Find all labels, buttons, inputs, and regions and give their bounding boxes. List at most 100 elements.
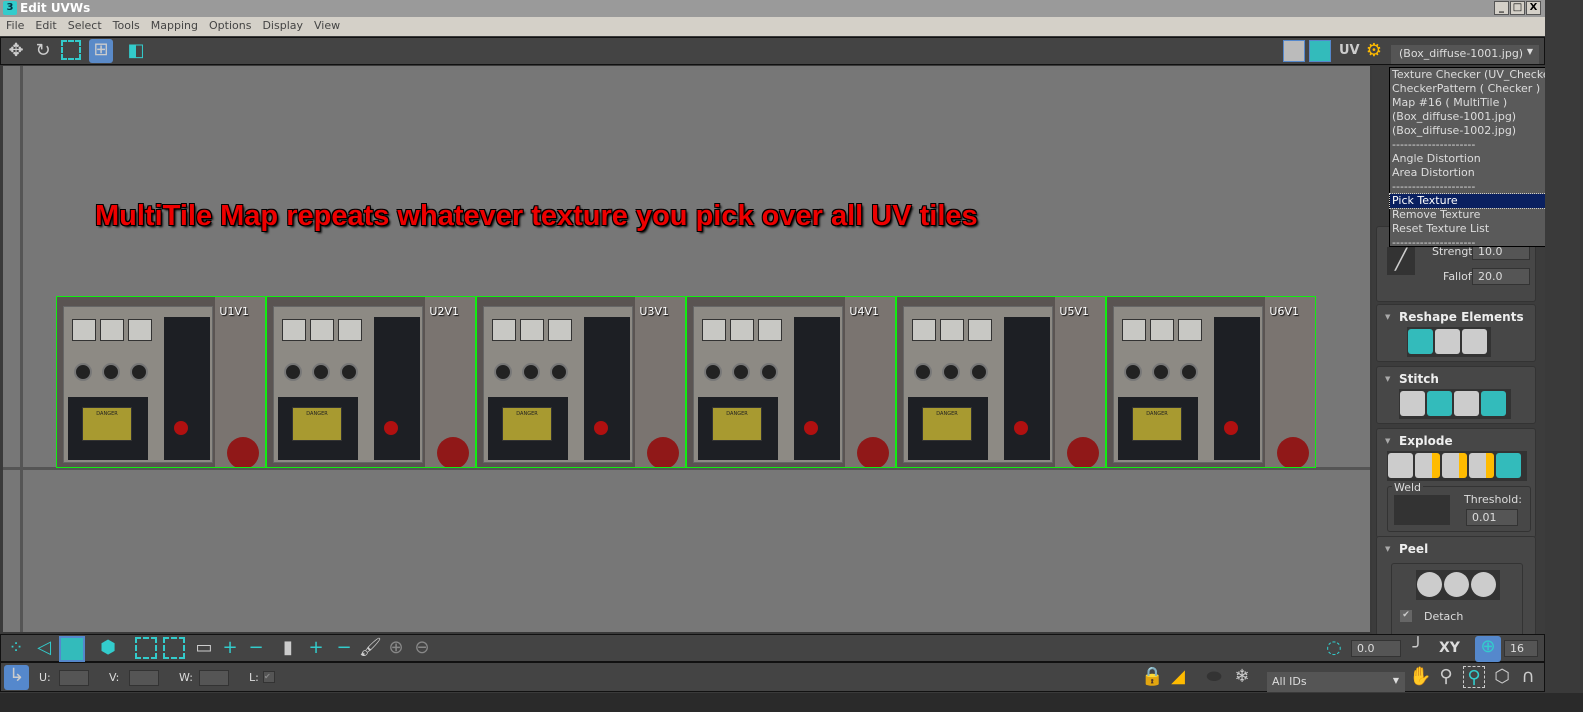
stitch-custom-icon[interactable] [1400,391,1425,416]
break-icon[interactable] [1388,453,1413,478]
checker-icon[interactable] [1283,40,1305,62]
uv-tile[interactable]: DANGER U5V1 [896,296,1106,468]
menu-tools[interactable]: Tools [107,17,145,32]
relax-settings-icon[interactable] [1462,329,1487,354]
show-map-icon[interactable] [1309,40,1331,62]
straighten-icon[interactable] [1408,329,1433,354]
peel-mode-icon[interactable] [1444,572,1469,597]
eye-icon[interactable]: ⬬ [1203,666,1225,688]
paint-grow-icon[interactable]: ⊕ [385,637,407,659]
uv-tile[interactable]: DANGER U3V1 [476,296,686,468]
maximize-button[interactable]: □ [1510,1,1525,15]
dropdown-item[interactable]: Angle Distortion [1390,152,1562,166]
v-field[interactable] [129,670,159,686]
menu-mapping[interactable]: Mapping [145,17,203,32]
ids-select[interactable]: All IDs ▼ [1267,672,1405,692]
xy-toggle[interactable]: XY [1439,640,1460,656]
paint-brush-icon[interactable]: ╱ [1387,247,1415,275]
freeze-icon[interactable]: ❄ [1231,666,1253,688]
detach-checkbox[interactable]: ✔ [1400,610,1412,622]
explode-header[interactable]: Explode [1399,434,1453,448]
collapse-icon[interactable]: ▼ [1385,313,1390,321]
collapse-icon[interactable]: ▼ [1385,437,1390,445]
collapse-icon[interactable]: ▼ [1385,545,1390,553]
zoom-region-icon[interactable]: ⚲ [1463,666,1485,688]
reset-peel-icon[interactable] [1471,572,1496,597]
w-field[interactable] [199,670,229,686]
snap-icon[interactable]: ∩ [1517,666,1539,688]
grid-snap-icon[interactable]: ⊕ [1475,636,1501,662]
lock-icon[interactable]: 🔒 [1141,666,1163,688]
split-uv-icon[interactable] [1469,453,1494,478]
zoom-extents-icon[interactable]: ⬡ [1491,666,1513,688]
menu-file[interactable]: File [0,17,29,32]
menu-edit[interactable]: Edit [29,17,61,32]
dropdown-item[interactable]: Remove Texture [1390,208,1562,222]
soft-selection-icon[interactable]: ╯ [1407,637,1429,659]
stitch-average-icon[interactable] [1454,391,1479,416]
minimize-button[interactable]: _ [1494,1,1509,15]
uv-tile[interactable]: DANGER U6V1 [1106,296,1316,468]
hide-icon[interactable]: ◢ [1167,666,1189,688]
scale-icon[interactable] [61,40,81,60]
freeform-icon[interactable]: ⊞ [89,39,113,63]
weld-buttons[interactable] [1394,495,1450,525]
l-checkbox[interactable]: ✔ [263,671,275,683]
uv-button[interactable]: UV [1339,43,1360,58]
dropdown-item[interactable]: Reset Texture List [1390,222,1562,236]
stitch-target-icon[interactable] [1427,391,1452,416]
edge-mode-icon[interactable]: ◁ [33,637,55,659]
grow-selection-icon[interactable] [135,637,157,659]
polygon-mode-icon[interactable] [59,636,85,662]
texture-select[interactable]: (Box_diffuse-1001.jpg) ▼ [1391,45,1539,64]
pan-icon[interactable]: ✋ [1409,666,1431,688]
vertex-mode-icon[interactable]: ⁘ [5,637,27,659]
dropdown-item[interactable]: (Box_diffuse-1001.jpg) [1390,110,1562,124]
menu-options[interactable]: Options [203,17,256,32]
loop-shrink-icon[interactable]: − [245,637,267,659]
dropdown-item[interactable]: Pick Texture [1389,193,1563,209]
falloff-spinner[interactable]: 20.0 [1472,268,1530,285]
dropdown-item[interactable]: (Box_diffuse-1002.jpg) [1390,124,1562,138]
texture-settings-icon[interactable]: ⚙ [1363,40,1385,62]
shrink-selection-icon[interactable] [163,637,185,659]
menu-view[interactable]: View [308,17,345,32]
split-smoothing-icon[interactable] [1415,453,1440,478]
menu-display[interactable]: Display [256,17,308,32]
dropdown-item[interactable]: Texture Checker (UV_Checker.png) [1390,68,1582,82]
stitch-header[interactable]: Stitch [1399,372,1439,386]
grid-spinner[interactable]: 16 [1504,640,1538,657]
peel-header[interactable]: Peel [1399,542,1428,556]
ring-icon[interactable]: ▮ [277,637,299,659]
ring-grow-icon[interactable]: + [305,637,327,659]
dropdown-item[interactable]: Area Distortion [1390,166,1562,180]
flatten-icon[interactable] [1496,453,1521,478]
absolute-offset-icon[interactable]: ↳ [4,665,29,690]
move-icon[interactable]: ✥ [5,40,27,62]
mirror-icon[interactable]: ◧ [125,40,147,62]
paint-shrink-icon[interactable]: ⊖ [411,637,433,659]
uv-tile[interactable]: DANGER U2V1 [266,296,476,468]
quick-peel-icon[interactable] [1417,572,1442,597]
zoom-icon[interactable]: ⚲ [1435,666,1457,688]
loop-icon[interactable]: ▭ [193,637,215,659]
stitch-source-icon[interactable] [1481,391,1506,416]
element-mode-icon[interactable]: ⬢ [97,637,119,659]
uv-tile[interactable]: DANGER U1V1 [56,296,266,468]
split-material-icon[interactable] [1442,453,1467,478]
reshape-elements-header[interactable]: Reshape Elements [1399,310,1524,324]
menu-select[interactable]: Select [62,17,107,32]
close-button[interactable]: X [1526,1,1541,15]
threshold-spinner[interactable]: 0.01 [1466,509,1518,526]
paint-select-icon[interactable]: 🖌 [359,637,382,659]
rotate-icon[interactable]: ↻ [32,40,54,62]
u-field[interactable] [59,670,89,686]
uv-tile[interactable]: DANGER U4V1 [686,296,896,468]
dropdown-item[interactable]: Map #16 ( MultiTile ) [1390,96,1562,110]
relax-icon[interactable] [1435,329,1460,354]
dropdown-item[interactable]: CheckerPattern ( Checker ) [1390,82,1562,96]
collapse-icon[interactable]: ▼ [1385,375,1390,383]
loop-grow-icon[interactable]: + [219,637,241,659]
ring-shrink-icon[interactable]: − [333,637,355,659]
angle-spinner[interactable]: 0.0 [1351,640,1401,657]
